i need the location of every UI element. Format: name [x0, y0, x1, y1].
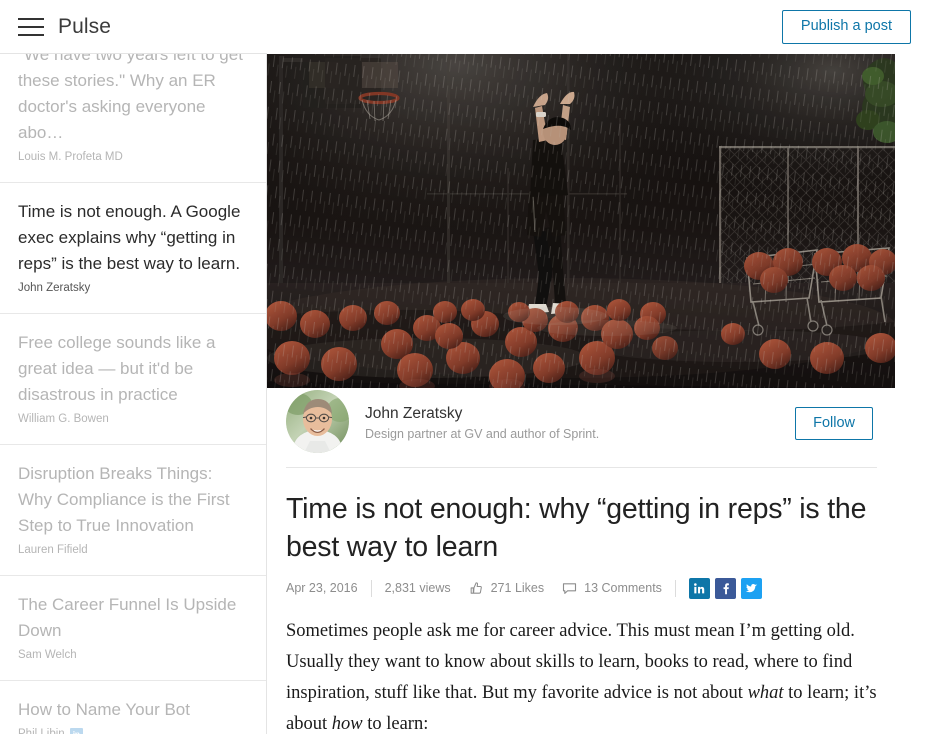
- meta-divider-2: [674, 579, 676, 597]
- publish-date: Apr 23, 2016: [286, 581, 358, 595]
- feed-item-author: Lauren Fifield: [18, 543, 243, 558]
- app-brand-title: Pulse: [58, 15, 112, 38]
- feed-item-title: Time is not enough. A Google exec explai…: [18, 202, 241, 273]
- publish-bar: Publish a post: [267, 0, 947, 54]
- feed-item-author-name: William G. Bowen: [18, 413, 109, 425]
- feed-item[interactable]: Free college sounds like a great idea — …: [0, 314, 267, 445]
- author-name: John Zeratsky: [365, 405, 463, 422]
- share-buttons: [688, 577, 762, 599]
- like-count: 271 Likes: [490, 581, 545, 595]
- feed-item[interactable]: How to Name Your Bot Phil Libin in: [0, 681, 267, 734]
- paragraph-text-3: to learn:: [362, 714, 429, 734]
- paragraph-emphasis-2: how: [331, 714, 363, 734]
- feed-list: "We have two years left to get these sto…: [0, 54, 267, 734]
- paragraph-emphasis-1: what: [747, 683, 784, 703]
- share-linkedin-icon[interactable]: [688, 577, 710, 599]
- comment-count-group[interactable]: 13 Comments: [562, 581, 662, 596]
- meta-divider: [370, 579, 372, 597]
- feed-item-title: Disruption Breaks Things: Why Compliance…: [18, 464, 230, 535]
- article-author-row: John Zeratsky Design partner at GV and a…: [286, 388, 877, 468]
- feed-item-title: The Career Funnel Is Upside Down: [18, 595, 237, 640]
- feed-item[interactable]: "We have two years left to get these sto…: [0, 54, 267, 183]
- feed-item-author: Sam Welch: [18, 648, 243, 663]
- feed-item[interactable]: Time is not enough. A Google exec explai…: [0, 183, 267, 314]
- avatar: [286, 390, 349, 453]
- comment-bubble-icon: [562, 581, 577, 596]
- page-title: Time is not enough: why “getting in reps…: [286, 493, 867, 563]
- feed-item-author: Louis M. Profeta MD: [18, 150, 243, 165]
- feed-item-title: "We have two years left to get these sto…: [18, 54, 243, 142]
- article-body: John Zeratsky Design partner at GV and a…: [267, 388, 895, 734]
- author-info: John Zeratsky Design partner at GV and a…: [365, 404, 795, 443]
- feed-item-author-name: Louis M. Profeta MD: [18, 151, 123, 163]
- top-header-bar: Pulse: [0, 0, 267, 54]
- thumbs-up-icon: [469, 581, 484, 596]
- article-content-pane: John Zeratsky Design partner at GV and a…: [267, 0, 947, 734]
- article-hero-image: [267, 28, 895, 388]
- author-description: Design partner at GV and author of Sprin…: [365, 427, 600, 441]
- feed-item-title: How to Name Your Bot: [18, 700, 190, 719]
- publish-a-post-button[interactable]: Publish a post: [781, 10, 911, 44]
- sidebar-content-divider: [266, 0, 267, 734]
- like-count-group[interactable]: 271 Likes: [469, 581, 545, 596]
- comment-count: 13 Comments: [584, 581, 662, 595]
- feed-item-author-name: Lauren Fifield: [18, 544, 88, 556]
- share-twitter-icon[interactable]: [740, 577, 762, 599]
- feed-item-author-name: Sam Welch: [18, 649, 77, 661]
- share-facebook-icon[interactable]: [714, 577, 736, 599]
- follow-button[interactable]: Follow: [795, 406, 873, 441]
- feed-item-author-name: Phil Libin: [18, 728, 65, 734]
- feed-item-author: John Zeratsky: [18, 281, 243, 296]
- hamburger-menu-icon[interactable]: [18, 17, 44, 36]
- article-paragraph: Sometimes people ask me for career advic…: [286, 616, 877, 734]
- feed-item[interactable]: The Career Funnel Is Upside Down Sam Welc…: [0, 576, 267, 681]
- view-count: 2,831 views: [384, 581, 451, 595]
- feed-item-author: William G. Bowen: [18, 412, 243, 427]
- feed-item[interactable]: Disruption Breaks Things: Why Compliance…: [0, 445, 267, 576]
- linkedin-badge-icon: in: [69, 728, 83, 734]
- pulse-app: Pulse Publish a post "We have two years …: [0, 0, 947, 734]
- feed-item-author-name: John Zeratsky: [18, 282, 91, 294]
- article-feed-sidebar[interactable]: "We have two years left to get these sto…: [0, 54, 267, 734]
- feed-item-title: Free college sounds like a great idea — …: [18, 333, 216, 404]
- feed-item-author: Phil Libin in: [18, 727, 243, 734]
- article-meta-row: Apr 23, 2016 2,831 views 271 Likes 13 Co…: [286, 576, 877, 600]
